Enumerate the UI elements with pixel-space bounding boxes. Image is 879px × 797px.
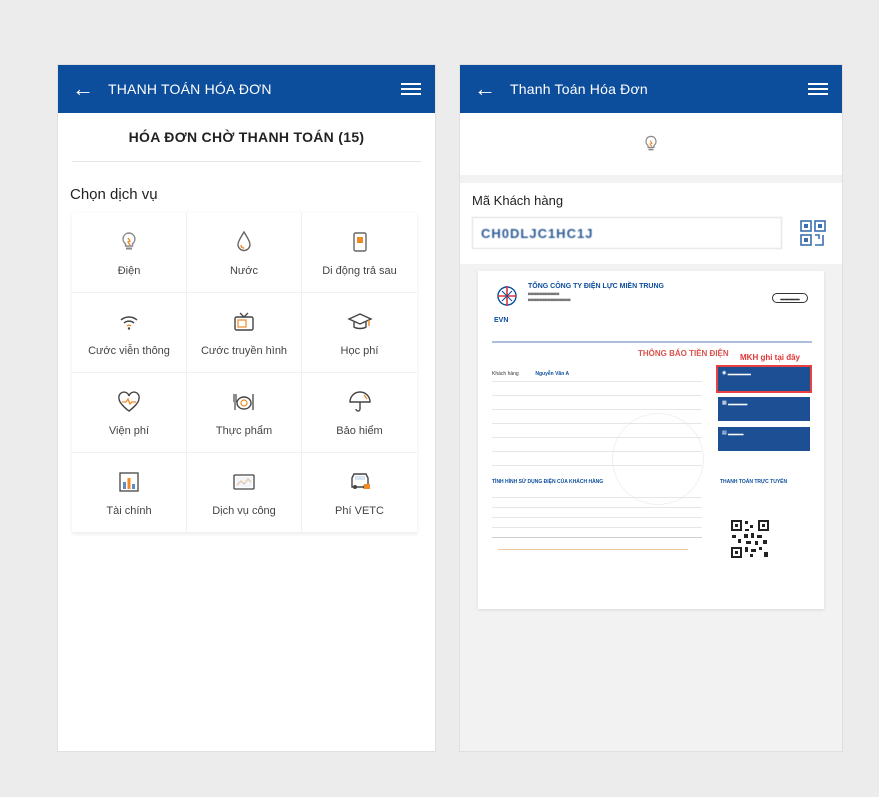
service-vetc[interactable]: Phí VETC [302, 453, 417, 533]
customer-name-label: Khách hàng [492, 371, 519, 377]
service-telecom[interactable]: Cước viễn thông [72, 293, 187, 373]
service-food[interactable]: Thực phẩm [187, 373, 302, 453]
customer-name: Nguyễn Văn A [535, 371, 570, 377]
graduation-cap-icon [346, 312, 373, 329]
pay-online-title: THANH TOÁN TRỰC TUYẾN [720, 479, 788, 485]
service-water[interactable]: Nước [187, 213, 302, 293]
page-title: THANH TOÁN HÓA ĐƠN [108, 81, 272, 97]
service-tuition[interactable]: Học phí [302, 293, 417, 373]
right-screen: ← Thanh Toán Hóa Đơn Mã Khách hàng CH0DL… [460, 65, 842, 751]
bill-badge: ▂▂▂▂▂ [771, 293, 808, 303]
company-name: TỔNG CÔNG TY ĐIỆN LỰC MIỀN TRUNG [528, 283, 664, 290]
service-header [460, 113, 842, 175]
amount-box: ▦ ▂▂▂▂▂ [718, 397, 810, 421]
service-label: Nước [229, 264, 259, 277]
left-screen: ← THANH TOÁN HÓA ĐƠN HÓA ĐƠN CHỜ THANH T… [58, 65, 435, 751]
hamburger-menu-icon[interactable] [808, 83, 828, 95]
lightbulb-icon [122, 231, 136, 249]
service-postpaid[interactable]: Di động trả sau [302, 213, 417, 293]
lightbulb-icon [645, 135, 657, 151]
evn-brand: EVN [494, 317, 509, 324]
qr-scan-button[interactable] [796, 216, 830, 250]
back-arrow-icon[interactable]: ← [474, 78, 498, 100]
customer-code-box: ◉ ▂▂▂▂▂▂ [718, 367, 810, 391]
back-arrow-icon[interactable]: ← [72, 78, 96, 100]
hamburger-menu-icon[interactable] [401, 83, 421, 95]
service-insurance[interactable]: Bảo hiểm [302, 373, 417, 453]
food-icon [233, 393, 254, 410]
heartbeat-icon [118, 390, 140, 412]
service-label: Tài chính [106, 504, 152, 517]
service-electric[interactable]: Điện [72, 213, 187, 293]
service-label: Bảo hiểm [336, 424, 383, 437]
service-label: Cước truyền hình [200, 344, 288, 357]
tv-icon [234, 312, 254, 331]
customer-code-section: Mã Khách hàng CH0DLJC1HC1J [460, 183, 842, 264]
finance-icon [119, 471, 139, 492]
notice-title: THÔNG BÁO TIỀN ĐIỆN [638, 349, 729, 358]
customer-code-label: Mã Khách hàng [472, 193, 564, 208]
qr-scan-icon [800, 220, 826, 246]
public-service-icon [233, 473, 255, 490]
pending-bills-link[interactable]: HÓA ĐƠN CHỜ THANH TOÁN (15) [72, 113, 421, 162]
car-toll-icon [350, 472, 370, 489]
service-label: Phí VETC [335, 504, 384, 517]
service-label: Điện [117, 264, 141, 277]
service-grid: Điện Nước Di động trả sau Cước viễn thôn… [72, 213, 417, 533]
section-title: Chọn dịch vụ [70, 186, 158, 203]
evn-logo [497, 286, 517, 306]
usage-title: TÌNH HÌNH SỬ DỤNG ĐIỆN CỦA KHÁCH HÀNG [492, 479, 604, 485]
umbrella-icon [348, 390, 371, 412]
service-finance[interactable]: Tài chính [72, 453, 187, 533]
payment-qr-code [730, 519, 770, 559]
water-drop-icon [237, 230, 251, 251]
customer-code-input[interactable]: CH0DLJC1HC1J [472, 217, 782, 249]
app-header: ← Thanh Toán Hóa Đơn [460, 65, 842, 113]
service-label: Học phí [340, 344, 379, 357]
service-hospital[interactable]: Viện phí [72, 373, 187, 453]
bill-image: TỔNG CÔNG TY ĐIỆN LỰC MIỀN TRUNG ▄▄▄▄▄▄▄… [478, 271, 824, 609]
page-title: Thanh Toán Hóa Đơn [510, 81, 648, 97]
wifi-icon [120, 315, 138, 330]
due-date-box: ▤ ▂▂▂▂ [718, 427, 810, 451]
service-label: Thực phẩm [215, 424, 273, 437]
service-label: Cước viễn thông [88, 344, 170, 357]
service-label: Viện phí [108, 424, 150, 437]
service-label: Dịch vụ công [212, 504, 276, 517]
app-header: ← THANH TOÁN HÓA ĐƠN [58, 65, 435, 113]
service-public[interactable]: Dịch vụ công [187, 453, 302, 533]
service-tv[interactable]: Cước truyền hình [187, 293, 302, 373]
mobile-postpaid-icon [352, 231, 367, 252]
service-label: Di động trả sau [322, 264, 397, 277]
mkh-note: MKH ghi tại đây [740, 353, 801, 362]
